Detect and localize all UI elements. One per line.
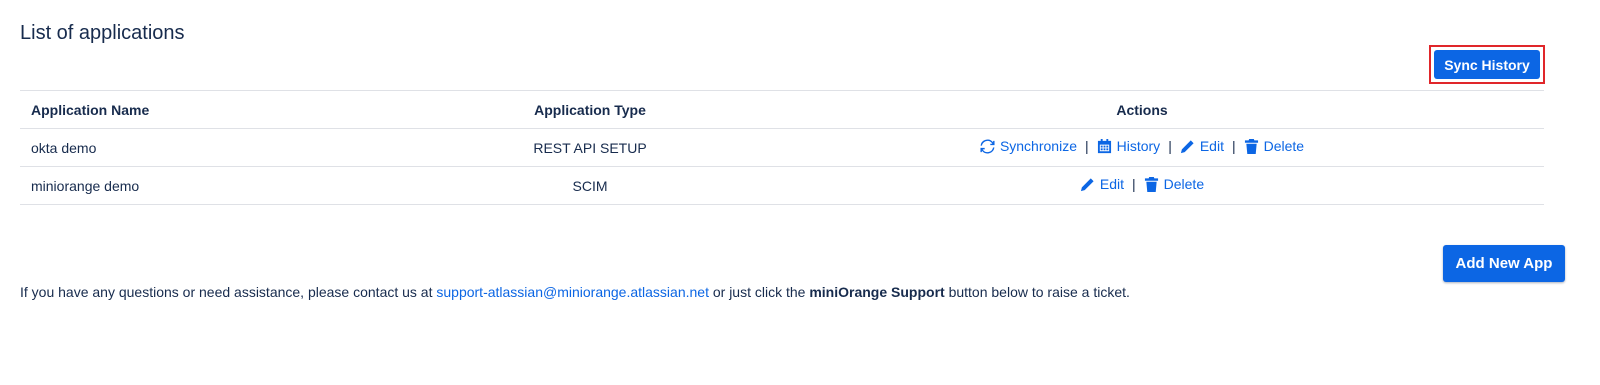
pencil-icon	[1180, 139, 1195, 154]
header-application-name: Application Name	[20, 90, 440, 129]
edit-link[interactable]: Edit	[1080, 176, 1124, 192]
header-actions: Actions	[740, 90, 1544, 129]
delete-link[interactable]: Delete	[1144, 176, 1204, 192]
app-actions-cell: Edit | Delete	[740, 166, 1544, 205]
sync-history-button[interactable]: Sync History	[1434, 50, 1540, 79]
pencil-icon	[1080, 177, 1095, 192]
synchronize-link[interactable]: Synchronize	[980, 138, 1077, 154]
delete-label: Delete	[1163, 176, 1205, 193]
header-application-type: Application Type	[440, 90, 740, 129]
app-type-cell: REST API SETUP	[440, 128, 740, 167]
table-row: okta demo REST API SETUP Synchronize | H…	[20, 128, 1544, 167]
help-text: If you have any questions or need assist…	[20, 284, 1130, 300]
sync-history-highlight: Sync History	[1429, 45, 1545, 84]
applications-table: Application Name Application Type Action…	[20, 90, 1544, 205]
delete-link[interactable]: Delete	[1244, 138, 1304, 154]
app-name-cell: okta demo	[20, 128, 440, 167]
page-title: List of applications	[20, 22, 185, 44]
delete-label: Delete	[1263, 138, 1305, 155]
action-separator: |	[1084, 138, 1089, 155]
trash-icon	[1244, 138, 1259, 154]
synchronize-label: Synchronize	[999, 138, 1077, 155]
table-row: miniorange demo SCIM Edit | Delete	[20, 166, 1544, 205]
edit-link[interactable]: Edit	[1180, 138, 1224, 154]
edit-label: Edit	[1199, 138, 1224, 155]
history-label: History	[1116, 138, 1161, 155]
calendar-icon	[1097, 138, 1112, 154]
action-separator: |	[1168, 138, 1172, 155]
help-prefix: If you have any questions or need assist…	[20, 284, 437, 300]
application-list-page: List of applications Sync History Applic…	[0, 0, 1600, 385]
action-separator: |	[1132, 176, 1136, 193]
add-new-app-button[interactable]: Add New App	[1443, 245, 1565, 282]
table-header-row: Application Name Application Type Action…	[20, 90, 1544, 129]
action-separator: |	[1231, 138, 1236, 155]
app-actions-cell: Synchronize | History | Edit | Delete	[740, 128, 1544, 167]
support-email-link[interactable]: support-atlassian@miniorange.atlassian.n…	[436, 284, 709, 300]
app-name-cell: miniorange demo	[20, 166, 440, 205]
history-link[interactable]: History	[1097, 138, 1161, 155]
help-middle: or just click the	[708, 284, 810, 300]
support-name: miniOrange Support	[809, 284, 945, 300]
sync-icon	[980, 139, 995, 154]
edit-label: Edit	[1099, 176, 1124, 193]
app-type-cell: SCIM	[440, 166, 740, 205]
trash-icon	[1144, 176, 1159, 192]
help-suffix: button below to raise a ticket.	[944, 284, 1130, 300]
